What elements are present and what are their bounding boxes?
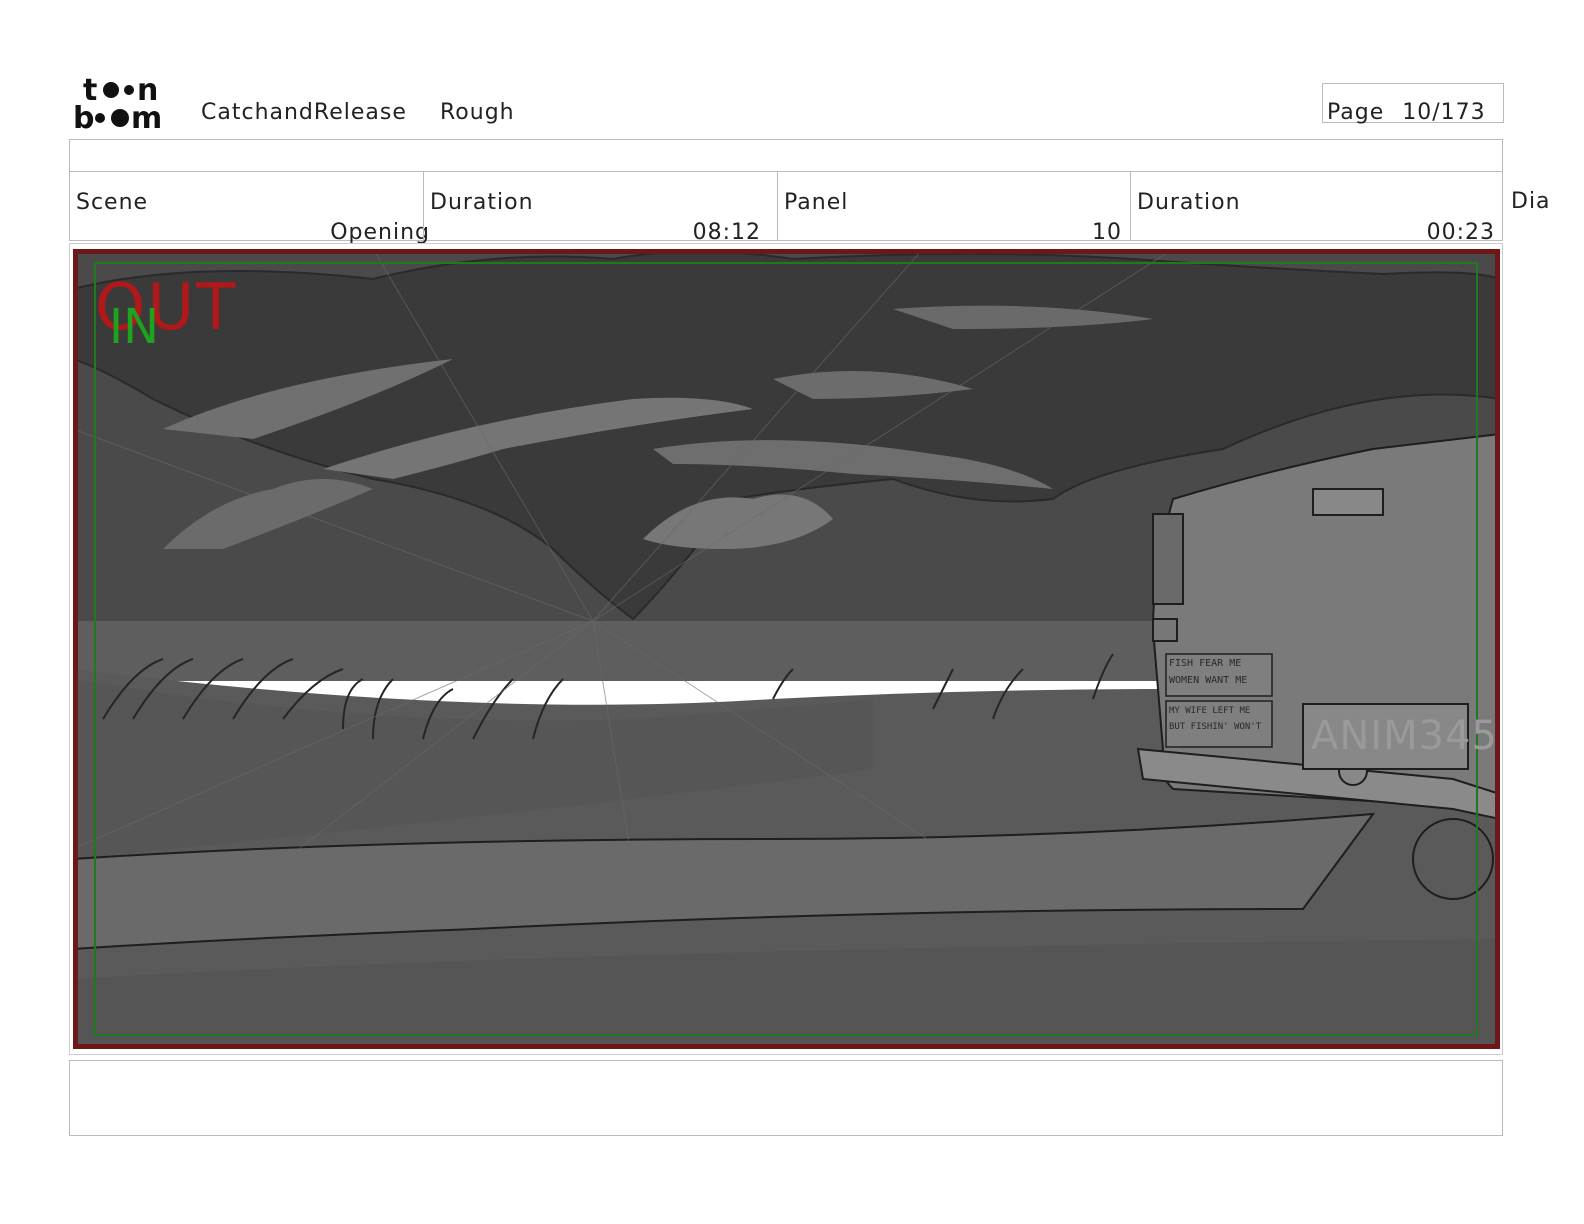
title-row	[69, 139, 1503, 172]
in-marker: IN	[109, 299, 160, 355]
svg-text:m: m	[131, 101, 162, 132]
page-indicator: Page 10/173	[1327, 100, 1486, 125]
scene-label: Scene	[76, 190, 149, 215]
panel-drawing	[73, 249, 1500, 1049]
scene-value: Opening	[330, 220, 430, 245]
panel-duration-cell: Duration 00:23	[1131, 172, 1503, 245]
panel-duration-label: Duration	[1137, 190, 1241, 215]
storyboard-panel: OUT IN FISH FEAR ME WOMEN WANT ME MY WIF…	[73, 249, 1500, 1049]
dialog-label: Dia	[1511, 189, 1551, 214]
version-label: Rough	[440, 100, 515, 125]
toon-boom-logo: t n b m	[73, 72, 183, 136]
page-label: Page	[1327, 100, 1385, 125]
scene-cell: Scene Opening	[70, 172, 429, 245]
svg-text:b: b	[73, 101, 94, 132]
panel-label: Panel	[784, 190, 849, 215]
scene-duration-cell: Duration 08:12	[424, 172, 777, 245]
project-name: CatchandRelease	[201, 100, 407, 125]
panel-duration-value: 00:23	[1426, 220, 1495, 245]
info-row: Scene Opening Duration 08:12 Panel 10 Du…	[69, 171, 1503, 245]
notes-box	[69, 1060, 1503, 1136]
panel-value: 10	[1092, 220, 1122, 245]
bumper-sticker-1: FISH FEAR ME WOMEN WANT ME	[1169, 658, 1248, 686]
scene-duration-value: 08:12	[692, 220, 761, 245]
license-plate: ANIM345	[1311, 713, 1498, 759]
page-number: 10/173	[1402, 100, 1486, 125]
bumper-sticker-2: MY WIFE LEFT ME BUT FISHIN' WON'T	[1169, 706, 1262, 732]
scene-duration-label: Duration	[430, 190, 534, 215]
panel-cell: Panel 10	[778, 172, 1130, 245]
